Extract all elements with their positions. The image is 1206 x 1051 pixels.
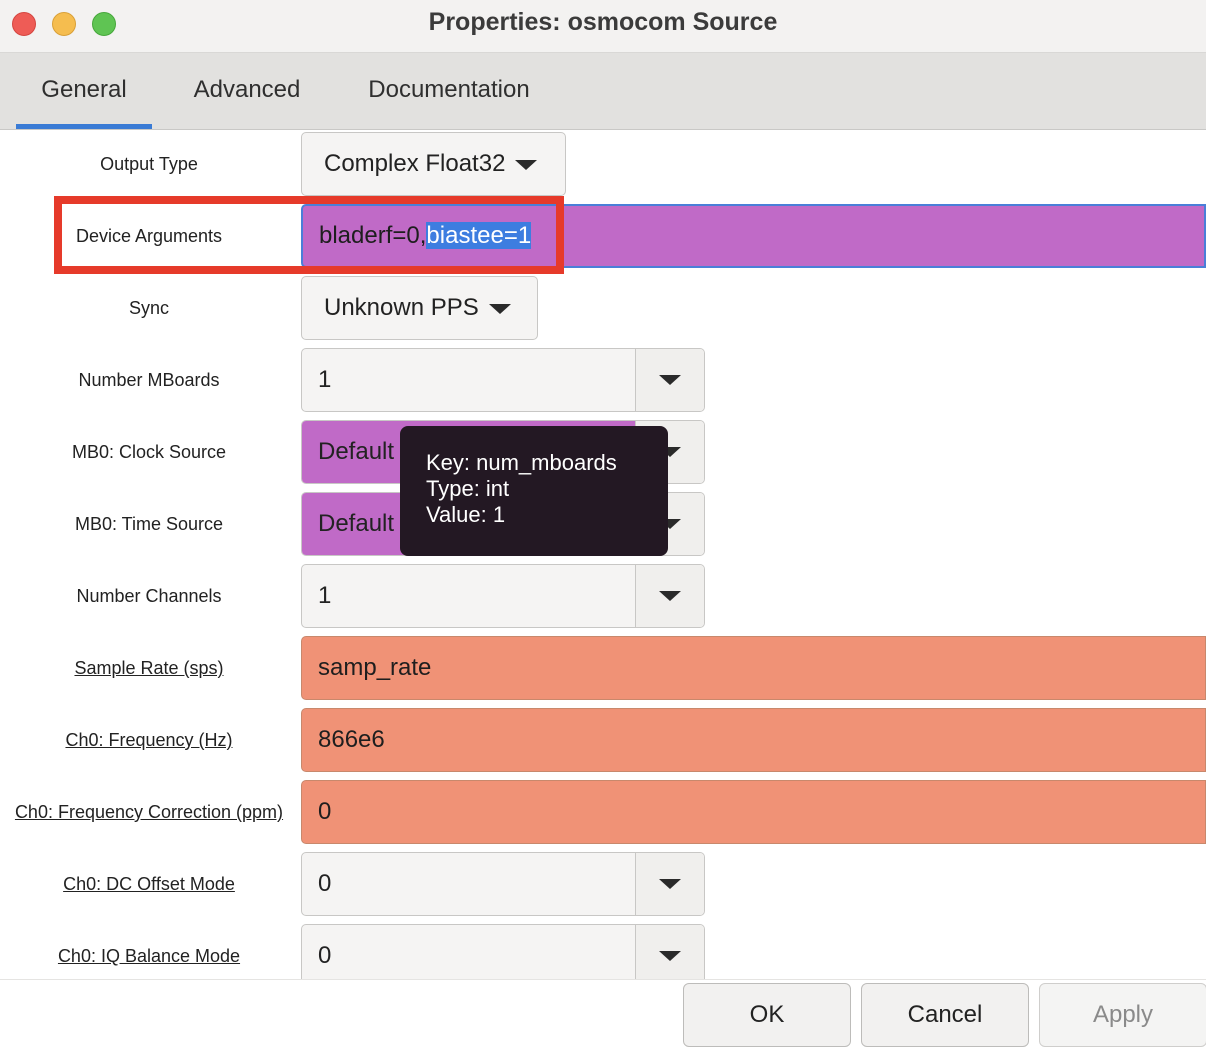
ch0-frequency-input[interactable]: 866e6 [301,708,1206,772]
tab-documentation[interactable]: Documentation [350,53,548,129]
num-mboards-label: Number MBoards [78,370,220,390]
ch0-frequency-label: Ch0: Frequency (Hz) [0,708,298,772]
apply-button[interactable]: Apply [1039,983,1206,1047]
sample-rate-label-text: Sample Rate (sps) [74,658,224,678]
chevron-down-icon [488,303,511,314]
tab-bar: General Advanced Documentation [0,53,1206,130]
tooltip-type: Type: int [426,476,510,501]
output-type-value: Complex Float32 [324,150,506,177]
num-channels-label: Number Channels [76,586,222,606]
num-mboards-dropdown-button[interactable] [636,349,704,411]
ch0-iq-balance-mode-value[interactable]: 0 [302,925,636,987]
ch0-frequency-label-text: Ch0: Frequency (Hz) [65,730,233,750]
mb0-time-source-label: MB0: Time Source [74,514,224,534]
num-mboards-value[interactable]: 1 [302,349,636,411]
ch0-dc-offset-mode-label-text: Ch0: DC Offset Mode [63,874,235,894]
chevron-down-icon [515,159,538,170]
ok-button[interactable]: OK [683,983,851,1047]
tooltip-value: Value: 1 [426,502,506,527]
num-channels-dropdown-button[interactable] [636,565,704,627]
cancel-button[interactable]: Cancel [861,983,1029,1047]
chevron-down-icon [659,375,681,385]
ch0-frequency-correction-label-text: Ch0: Frequency Correction (ppm) [14,802,284,822]
ch0-dc-offset-mode-dropdown-button[interactable] [636,853,704,915]
ch0-dc-offset-mode-combo[interactable]: 0 [301,852,705,916]
tooltip: Key: num_mboards Type: int Value: 1 [400,426,668,556]
chevron-down-icon [659,951,681,961]
sync-label: Sync [128,298,170,318]
window-title: Properties: osmocom Source [428,8,778,36]
ch0-frequency-correction-label: Ch0: Frequency Correction (ppm) [0,780,298,844]
ch0-iq-balance-mode-label-text: Ch0: IQ Balance Mode [57,946,241,966]
tab-advanced[interactable]: Advanced [176,53,318,129]
output-type-label: Output Type [100,154,198,174]
mb0-clock-source-label: MB0: Clock Source [71,442,227,462]
ch0-iq-balance-mode-dropdown-button[interactable] [636,925,704,987]
sample-rate-label: Sample Rate (sps) [0,636,298,700]
sample-rate-input[interactable]: samp_rate [301,636,1206,700]
title-bar: Properties: osmocom Source [0,0,1206,53]
ch0-dc-offset-mode-label: Ch0: DC Offset Mode [0,852,298,916]
chevron-down-icon [659,879,681,889]
num-channels-combo[interactable]: 1 [301,564,705,628]
num-mboards-combo[interactable]: 1 [301,348,705,412]
tab-general[interactable]: General [16,53,152,129]
chevron-down-icon [659,591,681,601]
annotation-highlight-box [54,196,564,274]
sync-value: Unknown PPS [324,294,479,321]
ch0-frequency-correction-input[interactable]: 0 [301,780,1206,844]
dialog-footer: OK Cancel Apply [0,979,1206,1051]
tooltip-key: Key: num_mboards [426,450,617,475]
sync-dropdown[interactable]: Unknown PPS [301,276,538,340]
output-type-dropdown[interactable]: Complex Float32 [301,132,566,196]
ch0-dc-offset-mode-value[interactable]: 0 [302,853,636,915]
num-channels-value[interactable]: 1 [302,565,636,627]
